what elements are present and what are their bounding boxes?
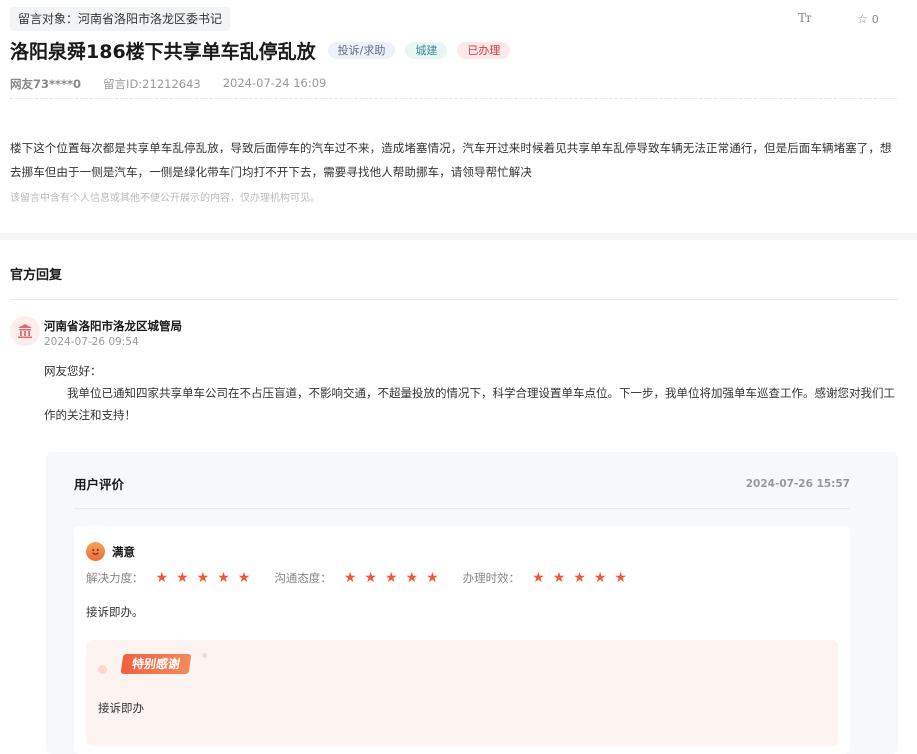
divider	[74, 508, 850, 509]
section-separator	[0, 233, 917, 240]
decoration-dot	[98, 665, 107, 674]
star-filled-icon: ★	[614, 570, 627, 586]
evaluation-time: 2024-07-26 15:57	[745, 478, 850, 490]
star-rating: ★ ★ ★ ★ ★	[344, 571, 439, 585]
star-filled-icon: ★	[532, 570, 545, 586]
evaluation-title: 用户评价	[74, 477, 125, 492]
reply-greeting: 网友您好：	[44, 364, 102, 378]
star-filled-icon: ★	[343, 570, 357, 586]
title-row: 洛阳泉舜186楼下共享单车乱停乱放 投诉/求助 城建 已办理	[10, 37, 520, 64]
star-rating: ★ ★ ★ ★ ★	[156, 571, 251, 585]
special-thanks-text: 接诉即办	[98, 701, 144, 715]
font-size-icon[interactable]: Tт	[798, 11, 812, 25]
rating-label: 沟通态度：	[274, 571, 332, 585]
tag-category: 投诉/求助	[327, 42, 396, 59]
star-filled-icon: ★	[405, 570, 419, 586]
status-badge: 已办理	[457, 42, 511, 59]
star-filled-icon: ★	[217, 570, 230, 586]
message-target-tag: 留言对象：河南省洛阳市洛龙区委书记	[10, 7, 231, 31]
star-filled-icon: ★	[552, 570, 566, 586]
tag-domain: 城建	[405, 42, 448, 59]
decoration-dot	[202, 653, 207, 658]
privacy-note: 该留言中含有个人信息或其他不便公开展示的内容，仅办理机构可见。	[10, 193, 320, 204]
rating-label: 办理时效：	[462, 571, 521, 585]
reply-content: 网友您好： 我单位已通知四家共享单车公司在不占压盲道，不影响交通，不超量投放的情…	[44, 360, 900, 426]
evaluation-comment: 接诉即办。	[86, 605, 144, 619]
reply-time: 2024-07-26 09:54	[44, 336, 139, 348]
special-thanks-badge: 特别感谢	[120, 654, 192, 674]
rating-attitude: 沟通态度： ★ ★ ★ ★ ★	[274, 570, 438, 586]
star-filled-icon: ★	[237, 570, 251, 586]
government-building-icon	[10, 316, 40, 346]
author-name: 网友73****0	[10, 77, 82, 91]
message-time: 2024-07-24 16:09	[222, 76, 327, 90]
message-meta: 网友73****0 留言ID:21212643 2024-07-24 16:09	[10, 76, 326, 92]
rating-timeliness: 办理时效： ★ ★ ★ ★ ★	[463, 570, 627, 586]
divider	[10, 98, 897, 99]
star-filled-icon: ★	[593, 570, 607, 586]
star-filled-icon: ★	[196, 570, 210, 586]
rating-resolution: 解决力度： ★ ★ ★ ★ ★	[86, 570, 250, 586]
star-filled-icon: ★	[426, 570, 439, 586]
special-thanks-box: 特别感谢 接诉即办	[86, 640, 838, 746]
reply-body: 我单位已通知四家共享单车公司在不占压盲道，不影响交通，不超量投放的情况下，科学合…	[44, 386, 895, 422]
satisfaction-label: 满意	[112, 545, 135, 559]
star-filled-icon: ★	[384, 570, 398, 586]
rating-list: 解决力度： ★ ★ ★ ★ ★ 沟通态度： ★ ★ ★ ★ ★ 办理时效： ★ …	[86, 570, 651, 586]
divider	[10, 299, 899, 300]
reply-org-name: 河南省洛阳市洛龙区城管局	[44, 319, 182, 333]
smiley-icon	[86, 542, 105, 561]
star-filled-icon: ★	[573, 570, 586, 586]
favorite-count: 0	[871, 12, 879, 26]
message-content: 楼下这个位置每次都是共享单车乱停乱放，导致后面停车的汽车过不来，造成堵塞情况，汽…	[10, 141, 892, 179]
star-rating: ★ ★ ★ ★ ★	[532, 571, 627, 585]
evaluation-card: 满意 解决力度： ★ ★ ★ ★ ★ 沟通态度： ★ ★ ★ ★ ★ 办理时效：…	[74, 526, 850, 754]
star-outline-icon: ☆	[857, 12, 868, 26]
favorite-button[interactable]: ☆ 0	[857, 12, 879, 26]
star-filled-icon: ★	[155, 570, 169, 586]
rating-label: 解决力度：	[86, 571, 144, 585]
star-filled-icon: ★	[176, 570, 189, 586]
message-id: 留言ID:21212643	[103, 77, 201, 91]
official-reply-title: 官方回复	[10, 268, 63, 283]
message-title: 洛阳泉舜186楼下共享单车乱停乱放	[10, 41, 316, 63]
star-filled-icon: ★	[364, 570, 377, 586]
user-evaluation-panel: 用户评价 2024-07-26 15:57 满意 解决力度： ★ ★ ★ ★ ★	[46, 452, 898, 754]
